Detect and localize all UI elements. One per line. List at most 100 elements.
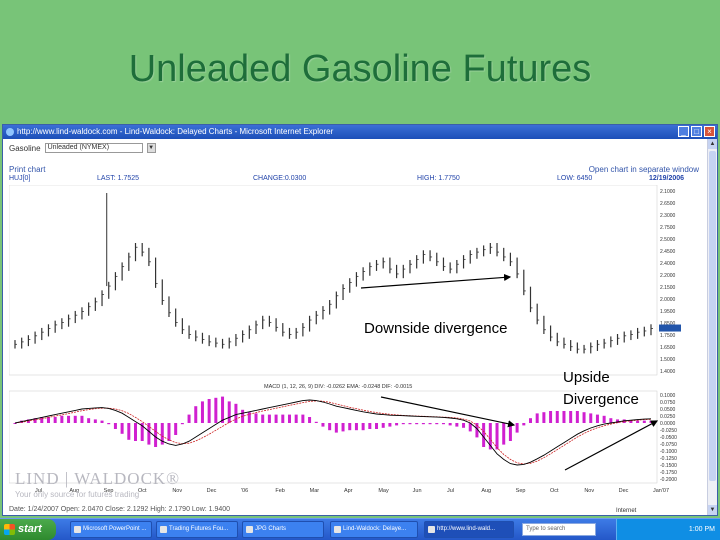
x-tick-label: Mar [310, 488, 320, 494]
macd-histogram-bar [441, 423, 445, 425]
clock[interactable]: 1:00 PM [689, 526, 715, 533]
quote-high: HIGH: 1.7750 [417, 175, 460, 182]
symbol-selector: Gasoline Unleaded (NYMEX) ▼ [9, 143, 156, 153]
start-label: start [18, 523, 42, 535]
quote-last: LAST: 1.7525 [97, 175, 140, 182]
price-y-tick-label: 2.6500 [660, 201, 676, 207]
x-tick-label: Jun [413, 488, 422, 494]
minimize-button[interactable]: _ [678, 126, 689, 137]
macd-histogram-bar [73, 415, 77, 423]
folder-icon [246, 526, 253, 533]
chart-status-line: Date: 1/24/2007 Open: 2.0470 Close: 2.12… [9, 506, 231, 513]
symbol-dropdown[interactable]: Unleaded (NYMEX) [44, 143, 143, 153]
macd-histogram-bar [93, 419, 97, 423]
price-y-tick-label: 1.5000 [660, 357, 676, 363]
x-tick-label: Dec [619, 488, 629, 494]
scroll-thumb[interactable] [709, 151, 716, 481]
print-chart-link[interactable]: Print chart [9, 165, 45, 174]
windows-taskbar: start Microsoft PowerPoint ... Trading F… [0, 518, 720, 540]
taskbar-item-trading[interactable]: Trading Futures Fou... [156, 521, 238, 538]
macd-histogram-bar [87, 418, 91, 423]
macd-histogram-bar [46, 417, 50, 423]
macd-histogram-bar [187, 414, 191, 423]
logo-name: LIND | WALDOCK® [15, 469, 181, 488]
macd-y-tick-label: -0.1000 [660, 449, 677, 455]
macd-y-tick-label: 0.0000 [660, 421, 676, 427]
macd-y-tick-label: -0.0250 [660, 428, 677, 434]
window-titlebar[interactable]: http://www.lind-waldock.com - Lind-Waldo… [3, 125, 717, 139]
macd-y-tick-label: -0.2000 [660, 477, 677, 483]
price-y-tick-label: 2.1000 [660, 189, 676, 195]
macd-indicator-label: MACD (1, 12, 26, 9) DIV: -0.0262 EMA: -0… [264, 384, 412, 390]
price-y-tick-label: 1.9500 [660, 309, 676, 315]
taskbar-item-browser[interactable]: http://www.lind-wald... [424, 521, 514, 538]
macd-y-tick-label: -0.1500 [660, 463, 677, 469]
macd-histogram-bar [314, 421, 318, 423]
annotation-downside-divergence: Downside divergence [364, 320, 508, 337]
macd-y-tick-label: -0.0500 [660, 435, 677, 441]
start-button[interactable]: start [0, 519, 56, 540]
internet-explorer-icon [428, 526, 435, 533]
quote-symbol: HUJ[0] [9, 175, 31, 182]
taskbar-item-label: Lind-Waldock: Delaye... [343, 526, 407, 532]
lind-waldock-logo: LIND | WALDOCK® Your only source for fut… [15, 469, 180, 499]
macd-histogram-bar [274, 414, 278, 423]
logo-tagline: Your only source for futures trading [15, 490, 140, 499]
macd-histogram-bar [294, 414, 298, 423]
price-panel-frame [9, 185, 658, 376]
taskbar-item-jpg-charts[interactable]: JPG Charts [242, 521, 324, 538]
vertical-scrollbar[interactable]: ▲ ▼ [707, 139, 717, 515]
macd-histogram-bar [328, 423, 332, 431]
macd-y-tick-label: -0.1250 [660, 456, 677, 462]
macd-histogram-bar [428, 423, 432, 425]
internet-explorer-icon [334, 526, 341, 533]
macd-histogram-bar [522, 423, 526, 426]
price-y-tick-label: 2.4500 [660, 249, 676, 255]
quote-infobar: HUJ[0] LAST: 1.7525 CHANGE:0.0300 HIGH: … [9, 175, 701, 185]
x-tick-label: Apr [344, 488, 353, 494]
macd-histogram-bar [348, 423, 352, 431]
symbol-label: Gasoline [9, 143, 41, 153]
browser-window: http://www.lind-waldock.com - Lind-Waldo… [2, 124, 718, 516]
powerpoint-icon [74, 526, 81, 533]
macd-histogram-bar [589, 413, 593, 423]
macd-histogram-bar [549, 411, 553, 423]
maximize-button[interactable]: □ [691, 126, 702, 137]
close-button[interactable]: × [704, 126, 715, 137]
macd-histogram-bar [595, 414, 599, 423]
quote-date: 12/19/2006 [649, 175, 685, 182]
macd-histogram-bar [221, 396, 225, 423]
macd-histogram-bar [642, 420, 646, 423]
macd-histogram-bar [528, 418, 532, 423]
macd-histogram-bar [281, 414, 285, 423]
macd-histogram-bar [321, 423, 325, 427]
macd-histogram-bar [381, 423, 385, 428]
macd-histogram-bar [482, 423, 486, 447]
taskbar-item-label: Microsoft PowerPoint ... [83, 526, 147, 532]
taskbar-item-powerpoint[interactable]: Microsoft PowerPoint ... [70, 521, 152, 538]
macd-histogram-bar [408, 423, 412, 425]
last-price-marker [659, 324, 681, 332]
taskbar-search-input[interactable]: Type to search [522, 523, 596, 536]
scroll-down-icon[interactable]: ▼ [708, 505, 717, 515]
x-tick-label: Nov [584, 488, 594, 494]
macd-histogram-bar [535, 413, 539, 423]
macd-histogram-bar [214, 397, 218, 423]
taskbar-item-label: http://www.lind-wald... [437, 526, 496, 532]
macd-histogram-bar [575, 411, 579, 423]
x-tick-label: Jul [447, 488, 454, 494]
x-tick-label: Feb [275, 488, 284, 494]
macd-histogram-bar [234, 403, 238, 423]
macd-histogram-bar [368, 423, 372, 429]
price-y-tick-label: 2.1500 [660, 285, 676, 291]
x-tick-label: '06 [241, 488, 248, 494]
macd-histogram-bar [80, 415, 84, 423]
taskbar-item-lind-waldock[interactable]: Lind-Waldock: Delaye... [330, 521, 418, 538]
open-separate-window-link[interactable]: Open chart in separate window [589, 165, 699, 174]
quote-change: CHANGE:0.0300 [253, 175, 307, 182]
macd-histogram-bar [508, 423, 512, 441]
x-tick-label: Sep [516, 488, 526, 494]
scroll-up-icon[interactable]: ▲ [708, 139, 717, 149]
macd-y-tick-label: 0.0500 [660, 407, 676, 413]
chevron-down-icon[interactable]: ▼ [146, 143, 156, 153]
